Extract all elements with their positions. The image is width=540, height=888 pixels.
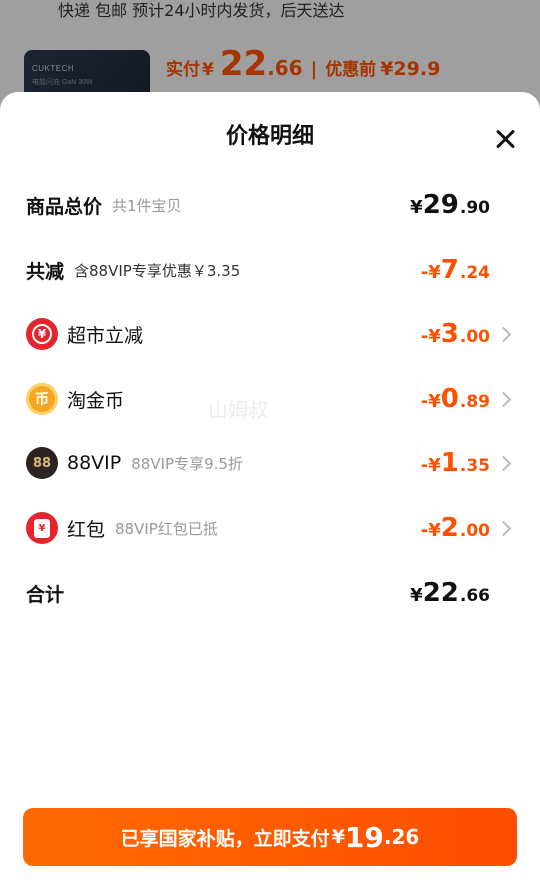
row-amount: - ¥ 3 .00 <box>421 319 490 349</box>
pay-button-currency: ¥ <box>331 826 345 848</box>
chevron-right-icon[interactable] <box>492 379 516 419</box>
amount-integer: 1 <box>440 448 459 478</box>
row-label: 88VIP <box>67 452 122 474</box>
amount-sign: - <box>420 520 429 541</box>
amount-currency: ¥ <box>410 585 423 606</box>
pay-button-amount-integer: 19 <box>344 820 384 854</box>
pay-button-amount-decimal: .26 <box>383 825 420 849</box>
amount-decimal: .90 <box>459 198 490 218</box>
chevron-right-icon[interactable] <box>492 314 516 354</box>
row-label: 合计 <box>26 583 65 606</box>
sheet-title: 价格明细 <box>225 124 314 149</box>
row-total-reduction: 共减 含88VIP专享优惠￥3.35 - ¥ 7 .24 <box>26 250 516 290</box>
amount-decimal: .66 <box>459 586 490 606</box>
amount-sign: - <box>420 391 429 412</box>
amount-integer: 3 <box>440 319 459 349</box>
row-taojinbi[interactable]: 币 淘金币 - ¥ 0 .89 <box>26 379 516 419</box>
amount-decimal: .35 <box>459 456 490 476</box>
chevron-right-icon[interactable] <box>492 443 516 483</box>
amount-sign: - <box>420 326 429 347</box>
row-amount: - ¥ 7 .24 <box>421 255 490 285</box>
amount-integer: 0 <box>440 384 459 414</box>
row-supermarket-discount[interactable]: ¥ 超市立减 - ¥ 3 .00 <box>26 314 516 354</box>
row-label: 淘金币 <box>67 389 125 412</box>
row-sub: 88VIP红包已抵 <box>115 519 218 538</box>
amount-currency: ¥ <box>428 455 441 476</box>
amount-currency: ¥ <box>428 262 441 283</box>
amount-integer: 29 <box>422 190 459 220</box>
amount-integer: 22 <box>422 578 459 608</box>
pay-button-label: 已享国家补贴，立即支付 <box>120 827 330 850</box>
close-icon[interactable] <box>490 124 520 154</box>
row-sub: 共1件宝贝 <box>112 196 182 215</box>
watermark: 山姆叔 <box>208 398 268 422</box>
row-label: 红包 <box>67 518 106 541</box>
row-amount: ¥ 22 .66 <box>410 578 490 608</box>
row-sub: 含88VIP专享优惠￥3.35 <box>74 261 241 280</box>
row-amount: - ¥ 2 .00 <box>421 513 490 543</box>
row-label: 超市立减 <box>67 324 144 347</box>
row-label: 商品总价 <box>26 195 103 218</box>
price-detail-sheet: 价格明细 商品总价 共1件宝贝 ¥ 29 .90 共减 含88VIP专享优惠￥3… <box>0 92 540 888</box>
row-red-envelope[interactable]: ¥ 红包 88VIP红包已抵 - ¥ 2 .00 <box>26 508 516 548</box>
amount-decimal: .00 <box>459 327 490 347</box>
taojinbi-coin-icon: 币 <box>26 383 58 415</box>
supermarket-discount-icon: ¥ <box>26 318 58 350</box>
amount-integer: 2 <box>440 513 459 543</box>
amount-currency: ¥ <box>428 326 441 347</box>
row-amount: - ¥ 0 .89 <box>421 384 490 414</box>
chevron-right-icon[interactable] <box>492 508 516 548</box>
amount-sign: - <box>420 262 429 283</box>
amount-currency: ¥ <box>428 391 441 412</box>
row-88vip[interactable]: 88 88VIP 88VIP专享9.5折 - ¥ 1 .35 <box>26 443 516 483</box>
amount-decimal: .89 <box>459 392 490 412</box>
amount-decimal: .24 <box>459 263 490 283</box>
amount-currency: ¥ <box>410 197 423 218</box>
row-grand-total: 合计 ¥ 22 .66 <box>26 573 516 613</box>
pay-now-button[interactable]: 已享国家补贴，立即支付 ¥ 19 .26 <box>23 808 517 866</box>
red-envelope-icon: ¥ <box>26 512 58 544</box>
row-goods-total: 商品总价 共1件宝贝 ¥ 29 .90 <box>26 185 516 225</box>
88vip-icon: 88 <box>26 447 58 479</box>
row-amount: ¥ 29 .90 <box>410 190 490 220</box>
row-amount: - ¥ 1 .35 <box>421 448 490 478</box>
row-label: 共减 <box>26 260 65 283</box>
amount-decimal: .00 <box>459 521 490 541</box>
row-sub: 88VIP专享9.5折 <box>131 454 243 473</box>
amount-sign: - <box>420 455 429 476</box>
amount-currency: ¥ <box>428 520 441 541</box>
amount-integer: 7 <box>440 255 459 285</box>
